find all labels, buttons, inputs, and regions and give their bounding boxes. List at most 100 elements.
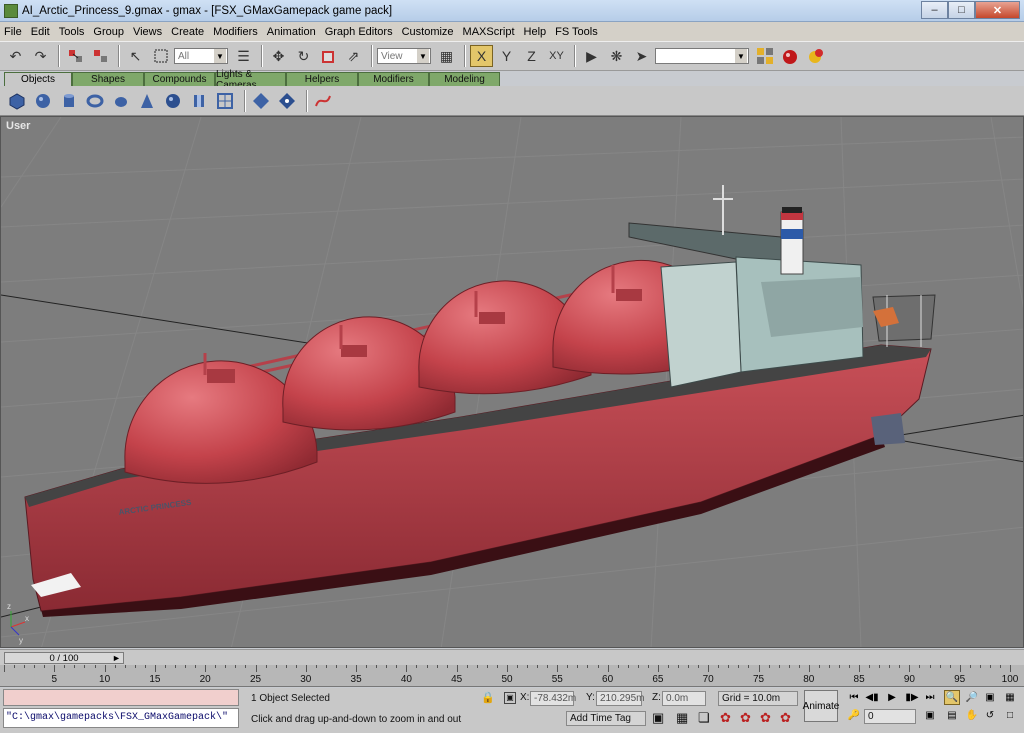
spline-icon[interactable] bbox=[312, 90, 334, 112]
z-coord-field[interactable]: 0.0m bbox=[662, 691, 706, 706]
tab-shapes[interactable]: Shapes bbox=[72, 72, 144, 86]
timeline-tick bbox=[798, 665, 800, 668]
tab-modeling[interactable]: Modeling bbox=[429, 72, 500, 86]
tab-objects[interactable]: Objects bbox=[4, 72, 72, 86]
mirror-icon[interactable]: ▶ bbox=[580, 45, 603, 67]
next-frame-icon[interactable]: ▮▶ bbox=[904, 690, 920, 705]
zoom-icon[interactable]: 🔍 bbox=[944, 690, 960, 705]
menu-modifiers[interactable]: Modifiers bbox=[213, 26, 258, 38]
tab-lights-cameras[interactable]: Lights & Cameras bbox=[215, 69, 286, 91]
axis-y-button[interactable]: Y bbox=[495, 45, 518, 67]
pan-icon[interactable]: ✋ bbox=[964, 708, 980, 723]
zoom-extents-icon[interactable]: ▣ bbox=[982, 690, 998, 705]
region-select-icon[interactable] bbox=[149, 45, 172, 67]
axis-xy-button[interactable]: XY bbox=[545, 45, 568, 67]
previous-frame-icon[interactable]: ◀▮ bbox=[864, 690, 880, 705]
region-zoom-icon[interactable]: ▤ bbox=[944, 708, 960, 723]
array-icon[interactable]: ❋ bbox=[605, 45, 628, 67]
slider-next-icon[interactable]: ► bbox=[112, 653, 121, 663]
align-icon[interactable]: ➤ bbox=[630, 45, 653, 67]
timeline-tick bbox=[396, 665, 398, 668]
pivot-center-icon[interactable]: ▦ bbox=[435, 45, 458, 67]
menu-animation[interactable]: Animation bbox=[267, 26, 316, 38]
plane-icon[interactable] bbox=[214, 90, 236, 112]
teapot-icon[interactable] bbox=[110, 90, 132, 112]
minimize-button[interactable]: – bbox=[921, 1, 948, 19]
time-slider[interactable]: 0 / 100 bbox=[4, 652, 124, 664]
track-bar[interactable]: 5 10 15 20 25 30 35 40 45 50 55 60 65 70 75 80 85 90 95 100 bbox=[0, 665, 1024, 687]
rotate-icon[interactable]: ↻ bbox=[292, 45, 315, 67]
key-mode-icon[interactable]: 🔑 bbox=[846, 708, 862, 723]
current-frame-field[interactable]: 0 bbox=[864, 709, 916, 724]
scale-icon[interactable] bbox=[317, 45, 340, 67]
window-crossing-icon[interactable]: ▦ bbox=[676, 710, 688, 726]
cone-icon[interactable] bbox=[136, 90, 158, 112]
maximize-button[interactable]: □ bbox=[948, 1, 975, 19]
go-to-start-icon[interactable]: ⏮ bbox=[846, 690, 862, 705]
undo-icon[interactable]: ↶ bbox=[4, 45, 27, 67]
menu-file[interactable]: File bbox=[4, 26, 22, 38]
maxscript-listener-output[interactable] bbox=[3, 689, 239, 706]
angle-snap-icon[interactable]: ✿ bbox=[720, 710, 731, 726]
zoom-extents-all-icon[interactable]: ▦ bbox=[1002, 690, 1018, 705]
animate-button[interactable]: Animate bbox=[803, 690, 839, 722]
select-by-name-icon[interactable]: ☰ bbox=[232, 45, 255, 67]
menu-customize[interactable]: Customize bbox=[402, 26, 454, 38]
timeline-tick bbox=[919, 665, 921, 668]
viewport-label[interactable]: User bbox=[6, 120, 30, 132]
arc-rotate-icon[interactable]: ↺ bbox=[982, 708, 998, 723]
menu-help[interactable]: Help bbox=[524, 26, 547, 38]
percent-snap-icon[interactable]: ✿ bbox=[740, 710, 751, 726]
menu-tools[interactable]: Tools bbox=[59, 26, 85, 38]
play-icon[interactable]: ▶ bbox=[884, 690, 900, 705]
snap-options-icon[interactable]: ✿ bbox=[780, 710, 791, 726]
absolute-mode-icon[interactable]: ▣ bbox=[504, 692, 516, 704]
y-coord-field[interactable]: 210.295m bbox=[596, 691, 644, 706]
tab-compounds[interactable]: Compounds bbox=[144, 72, 215, 86]
menu-graph-editors[interactable]: Graph Editors bbox=[325, 26, 393, 38]
axis-x-button[interactable]: X bbox=[470, 45, 493, 67]
named-selection-dropdown[interactable] bbox=[655, 48, 749, 64]
menu-edit[interactable]: Edit bbox=[31, 26, 50, 38]
geosphere-icon[interactable] bbox=[162, 90, 184, 112]
mesh-grid-icon[interactable] bbox=[250, 90, 272, 112]
material-editor-icon[interactable] bbox=[753, 45, 776, 67]
link-icon[interactable] bbox=[64, 45, 87, 67]
tab-modifiers[interactable]: Modifiers bbox=[358, 72, 429, 86]
menu-group[interactable]: Group bbox=[93, 26, 124, 38]
menu-fs-tools[interactable]: FS Tools bbox=[555, 26, 598, 38]
tube-icon[interactable] bbox=[188, 90, 210, 112]
selection-filter-dropdown[interactable]: All bbox=[174, 48, 228, 64]
render-scene-icon[interactable] bbox=[778, 45, 801, 67]
snap-pivot-icon[interactable]: ⇗ bbox=[342, 45, 365, 67]
zoom-all-icon[interactable]: 🔎 bbox=[964, 690, 980, 705]
degradation-override-icon[interactable]: ▣ bbox=[652, 710, 664, 726]
quick-render-icon[interactable] bbox=[803, 45, 826, 67]
menu-views[interactable]: Views bbox=[133, 26, 162, 38]
torus-icon[interactable] bbox=[84, 90, 106, 112]
axis-z-button[interactable]: Z bbox=[520, 45, 543, 67]
spinner-snap-icon[interactable]: ✿ bbox=[760, 710, 771, 726]
maximize-viewport-icon[interactable]: □ bbox=[1002, 708, 1018, 723]
reference-coordinate-dropdown[interactable]: View bbox=[377, 48, 431, 64]
close-button[interactable]: ✕ bbox=[975, 1, 1020, 19]
menu-maxscript[interactable]: MAXScript bbox=[463, 26, 515, 38]
maxscript-listener-input[interactable]: "C:\gmax\gamepacks\FSX_GMaxGamepack\" bbox=[3, 708, 239, 728]
go-to-end-icon[interactable]: ⏭ bbox=[922, 690, 938, 705]
time-config-icon[interactable]: ▣ bbox=[922, 708, 938, 723]
add-time-tag-button[interactable]: Add Time Tag bbox=[566, 711, 646, 726]
menu-create[interactable]: Create bbox=[171, 26, 204, 38]
x-coord-field[interactable]: -78.432m bbox=[530, 691, 576, 706]
cylinder-icon[interactable] bbox=[58, 90, 80, 112]
lock-icon[interactable]: 🔒 bbox=[481, 691, 495, 704]
box-icon[interactable] bbox=[6, 90, 28, 112]
move-icon[interactable]: ✥ bbox=[267, 45, 290, 67]
perspective-viewport[interactable]: ARCTIC PRINCESS x z y User bbox=[0, 116, 1024, 648]
tab-helpers[interactable]: Helpers bbox=[286, 72, 358, 86]
patch-grid-icon[interactable] bbox=[276, 90, 298, 112]
unlink-icon[interactable] bbox=[89, 45, 112, 67]
sphere-icon[interactable] bbox=[32, 90, 54, 112]
snap-toggle-icon[interactable]: ❏ bbox=[698, 710, 710, 726]
select-arrow-icon[interactable]: ↖ bbox=[124, 45, 147, 67]
redo-icon[interactable]: ↷ bbox=[29, 45, 52, 67]
